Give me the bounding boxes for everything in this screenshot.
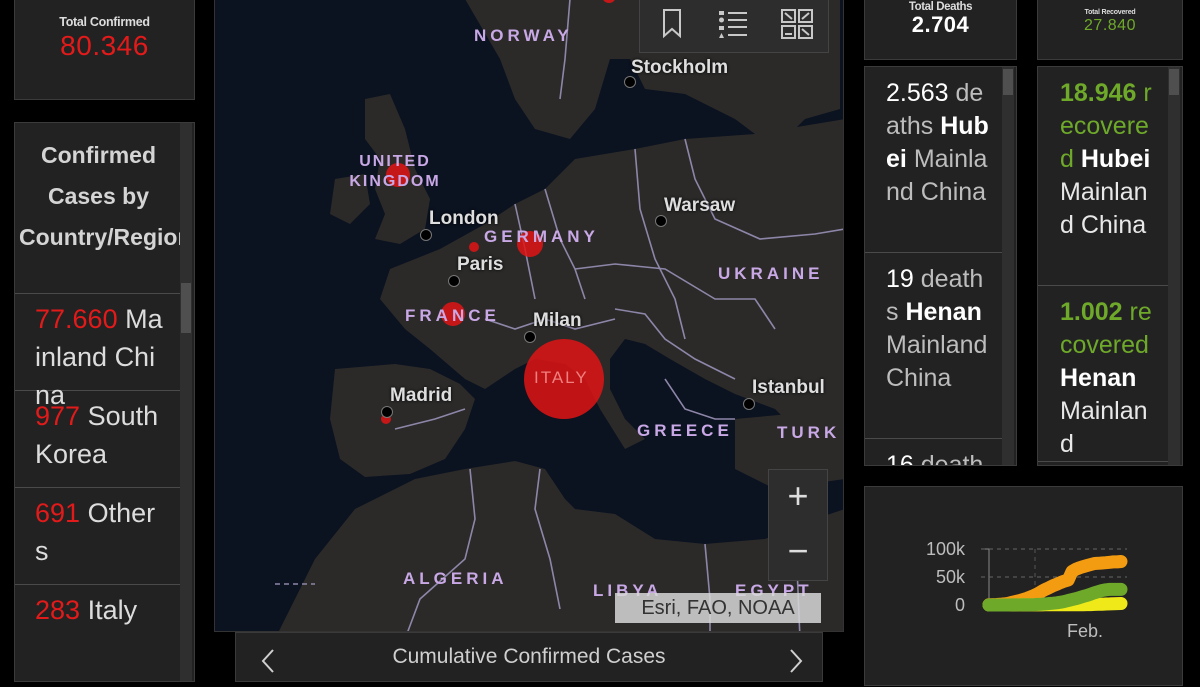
cases-over-time-chart: 0 50k 100k Feb. <box>926 539 1128 641</box>
country-label-italy: ITALY <box>534 368 589 387</box>
y-tick-label: 100k <box>926 539 966 559</box>
city-label-london: London <box>429 208 499 229</box>
recovered-count: 1.002 <box>1060 298 1123 326</box>
bookmarks-button[interactable] <box>652 6 692 42</box>
death-count: 19 <box>886 265 914 293</box>
country-name: Mainland <box>1060 397 1148 458</box>
recovered-count: 18.946 <box>1060 79 1137 107</box>
y-tick-label: 0 <box>955 595 965 615</box>
list-item[interactable]: 977 South Korea <box>15 390 182 487</box>
country-label-germany: GERMANY <box>484 227 599 246</box>
death-count: 16 <box>886 451 914 466</box>
x-tick-label: Feb. <box>1067 621 1103 641</box>
list-item[interactable]: 19 deaths Henan Mainland China <box>865 253 1004 439</box>
deaths-list-scrollbar[interactable] <box>1002 67 1014 465</box>
total-confirmed-panel: Total Confirmed 80.346 <box>14 0 195 100</box>
country-label-united-kingdom: UNITED KINGDOM <box>349 153 441 190</box>
zoom-control: + − <box>768 469 828 581</box>
legend-list-icon <box>719 11 747 38</box>
list-item[interactable]: 16 deaths <box>865 439 1004 466</box>
recovered-list-scrollbar[interactable] <box>1168 67 1180 465</box>
city-marker-london[interactable] <box>420 229 432 241</box>
total-recovered-value: 27.840 <box>1084 17 1136 34</box>
confirmed-list-scrollbar[interactable] <box>180 123 192 681</box>
confirmed-count: 77.660 <box>35 304 118 334</box>
deaths-list: 2.563 deaths Hubei Mainland China 19 dea… <box>864 66 1017 466</box>
city-marker-istanbul[interactable] <box>743 398 755 410</box>
city-label-milan: Milan <box>533 310 582 331</box>
region-name: Italy <box>87 595 138 625</box>
legend-button[interactable] <box>713 6 753 42</box>
region-name: Hubei <box>1080 145 1151 173</box>
total-confirmed-value: 80.346 <box>60 30 149 61</box>
map-view[interactable]: NORWAY UNITED KINGDOM GERMANY FRANCE UKR… <box>214 0 844 632</box>
city-marker-paris[interactable] <box>448 275 460 287</box>
total-recovered-title: Total Recovered <box>1084 9 1136 16</box>
confirmed-count: 691 <box>35 498 81 528</box>
scrollbar-thumb[interactable] <box>1003 69 1013 95</box>
death-count: 2.563 <box>886 79 949 107</box>
zoom-out-button[interactable]: − <box>769 525 827 580</box>
region-name: Henan <box>905 298 982 326</box>
confirmed-by-region-list: Confirmed Cases by Country/Region 77.660… <box>14 122 195 682</box>
list-item[interactable]: 18.946 recovered Hubei Mainland China <box>1038 67 1170 286</box>
total-deaths-value: 2.704 <box>911 12 970 37</box>
bookmark-icon <box>663 9 681 39</box>
list-item[interactable]: 2.563 deaths Hubei Mainland China <box>865 67 1004 253</box>
country-name: Mainland China <box>886 331 988 392</box>
basemap-gallery-icon <box>781 9 813 39</box>
confirmed-list-heading: Confirmed Cases by Country/Region <box>19 142 192 250</box>
total-recovered-panel: Total Recovered 27.840 <box>1037 0 1183 60</box>
total-confirmed-title: Total Confirmed <box>59 15 150 29</box>
map-toolbar <box>639 0 829 53</box>
country-name: Mainland China <box>1060 178 1148 239</box>
region-name: Henan <box>1060 364 1137 392</box>
next-arrow-icon[interactable] <box>786 648 806 674</box>
list-item[interactable]: 283 Italy <box>15 584 182 629</box>
confirmed-count: 977 <box>35 401 81 431</box>
city-marker-milan[interactable] <box>524 331 536 343</box>
country-label-algeria: ALGERIA <box>403 569 508 588</box>
basemap-gallery-button[interactable] <box>778 6 818 42</box>
map-attribution: Esri, FAO, NOAA <box>615 593 821 623</box>
city-label-stockholm: Stockholm <box>631 57 729 78</box>
zoom-in-button[interactable]: + <box>769 470 827 525</box>
list-item[interactable]: 691 Others <box>15 487 182 584</box>
city-label-paris: Paris <box>457 254 504 275</box>
recovered-list: 18.946 recovered Hubei Mainland China 1.… <box>1037 66 1183 466</box>
city-marker-madrid[interactable] <box>381 406 393 418</box>
country-label-greece: GREECE <box>637 421 733 440</box>
country-label-france: FRANCE <box>405 306 500 325</box>
city-label-warsaw: Warsaw <box>664 195 736 216</box>
total-deaths-panel: Total Deaths 2.704 <box>864 0 1017 60</box>
pager-label: Cumulative Confirmed Cases <box>392 645 666 668</box>
cases-over-time-chart-panel: 0 50k 100k Feb. <box>864 486 1183 686</box>
confirmed-count: 283 <box>35 595 81 625</box>
city-label-istanbul: Istanbul <box>752 377 825 398</box>
list-item[interactable]: 77.660 Mainland China <box>15 293 182 410</box>
basemap-land <box>275 0 843 631</box>
country-label-ukraine: UKRAINE <box>718 264 824 283</box>
scrollbar-thumb[interactable] <box>1169 69 1179 95</box>
city-label-madrid: Madrid <box>390 385 453 406</box>
y-tick-label: 50k <box>936 567 966 587</box>
country-label-norway: NORWAY <box>474 26 573 45</box>
case-bubble-belgium[interactable] <box>469 242 479 252</box>
list-item[interactable]: 1.002 recovered Henan Mainland <box>1038 286 1170 462</box>
country-label-turkey: TURK <box>777 423 841 442</box>
scrollbar-thumb[interactable] <box>181 283 191 333</box>
